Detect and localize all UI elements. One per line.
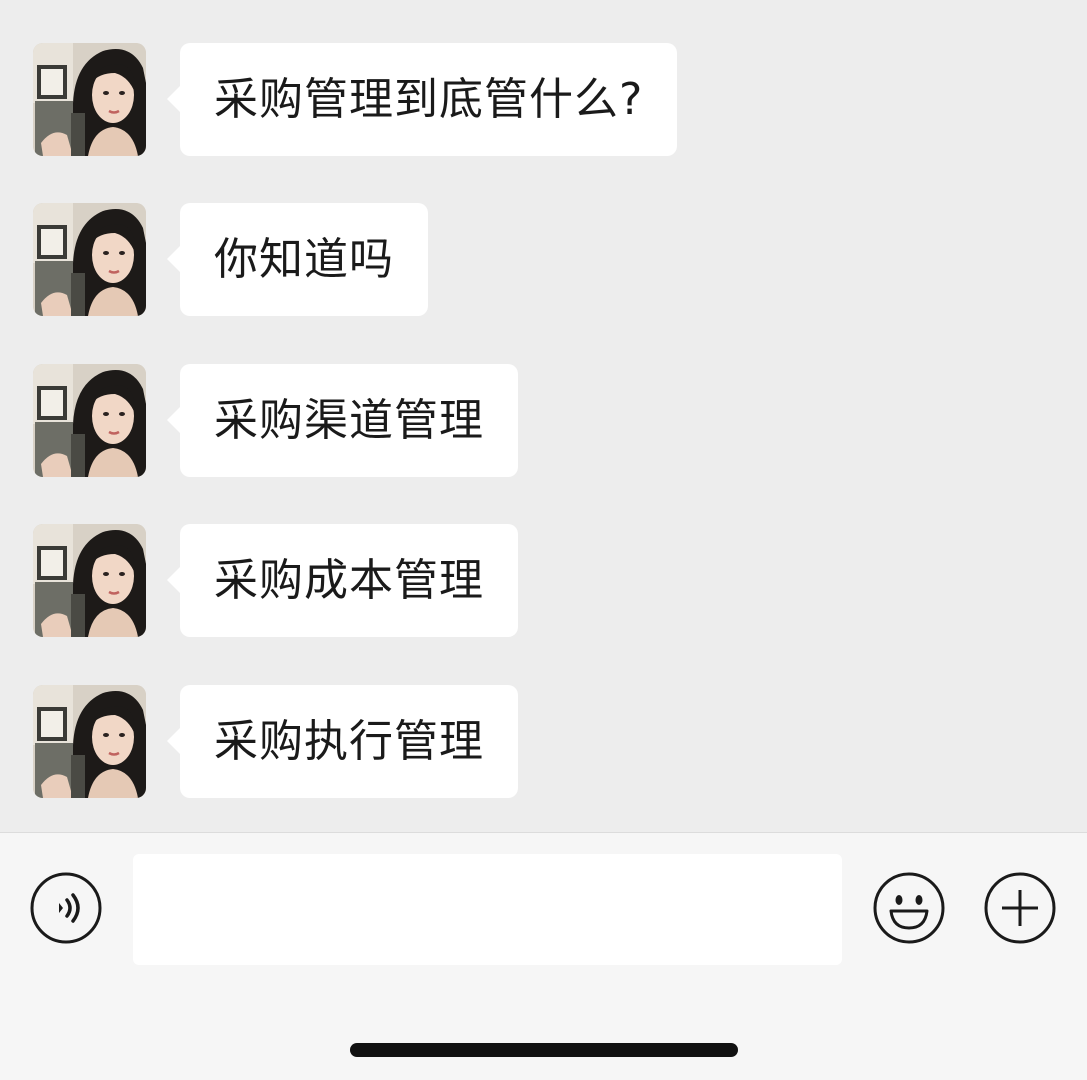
- message-bubble[interactable]: 采购执行管理: [167, 685, 518, 798]
- more-options-button[interactable]: [984, 872, 1056, 944]
- emoji-icon: [873, 872, 945, 944]
- message-text: 采购执行管理: [214, 716, 484, 767]
- message-bubble[interactable]: 采购管理到底管什么?: [166, 43, 678, 156]
- contact-avatar[interactable]: [33, 43, 146, 156]
- message-text: 采购渠道管理: [214, 395, 484, 446]
- message-input[interactable]: [133, 854, 842, 965]
- message-text: 采购成本管理: [214, 555, 484, 606]
- voice-icon: [30, 872, 102, 944]
- message-bubble[interactable]: 你知道吗: [167, 203, 428, 316]
- voice-input-button[interactable]: [30, 872, 102, 944]
- emoji-button[interactable]: [873, 872, 945, 944]
- message-text: 你知道吗: [214, 234, 394, 285]
- message-bubble[interactable]: 采购成本管理: [167, 524, 518, 637]
- contact-avatar[interactable]: [33, 685, 146, 798]
- contact-avatar[interactable]: [33, 203, 146, 316]
- contact-avatar[interactable]: [33, 524, 146, 637]
- chat-input-bar: [0, 832, 1087, 1080]
- chat-message-list[interactable]: 采购管理到底管什么? 你知道吗 采购渠道管理 采购成本管理 采购执行管理: [0, 0, 1087, 832]
- home-indicator[interactable]: [350, 1043, 738, 1057]
- message-bubble[interactable]: 采购渠道管理: [167, 364, 518, 477]
- plus-icon: [984, 872, 1056, 944]
- contact-avatar[interactable]: [33, 364, 146, 477]
- message-text: 采购管理到底管什么?: [214, 74, 644, 125]
